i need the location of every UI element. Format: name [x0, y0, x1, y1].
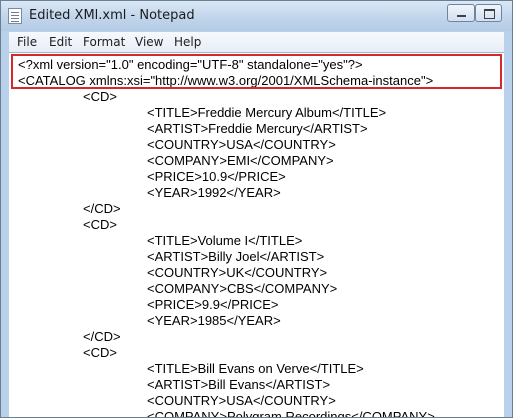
- menu-view[interactable]: View: [135, 35, 163, 49]
- text-line: <ARTIST>Billy Joel</ARTIST>: [147, 249, 325, 264]
- text-line: <YEAR>1992</YEAR>: [147, 185, 281, 200]
- text-line: </CD>: [83, 201, 121, 216]
- menu-help[interactable]: Help: [174, 35, 201, 49]
- menu-format[interactable]: Format: [83, 35, 125, 49]
- text-editor[interactable]: <?xml version="1.0" encoding="UTF-8" sta…: [9, 52, 504, 418]
- text-line: <COUNTRY>UK</COUNTRY>: [147, 265, 328, 280]
- window-title: Edited XMl.xml - Notepad: [29, 8, 195, 23]
- text-line: </CD>: [83, 329, 121, 344]
- menu-bar: File Edit Format View Help: [9, 32, 504, 52]
- text-line: <TITLE>Freddie Mercury Album</TITLE>: [147, 105, 387, 120]
- text-line: <CD>: [83, 217, 117, 232]
- text-line: <YEAR>1985</YEAR>: [147, 313, 281, 328]
- menu-edit[interactable]: Edit: [49, 35, 72, 49]
- text-line: <COMPANY>EMI</COMPANY>: [147, 153, 334, 168]
- text-line: <CD>: [83, 89, 117, 104]
- text-line: <COUNTRY>USA</COUNTRY>: [147, 393, 336, 408]
- maximize-button[interactable]: [475, 4, 502, 22]
- text-line: <TITLE>Bill Evans on Verve</TITLE>: [147, 361, 364, 376]
- minimize-button[interactable]: [447, 4, 475, 22]
- text-line: <ARTIST>Bill Evans</ARTIST>: [147, 377, 331, 392]
- text-line: <COMPANY>CBS</COMPANY>: [147, 281, 338, 296]
- text-line: <PRICE>10.9</PRICE>: [147, 169, 286, 184]
- text-line: <PRICE>9.9</PRICE>: [147, 297, 279, 312]
- title-bar[interactable]: Edited XMl.xml - Notepad: [1, 1, 512, 31]
- notepad-icon[interactable]: [8, 8, 22, 24]
- text-line: <CD>: [83, 345, 117, 360]
- text-line: <TITLE>Volume I</TITLE>: [147, 233, 303, 248]
- menu-file[interactable]: File: [17, 35, 37, 49]
- text-line: <COUNTRY>USA</COUNTRY>: [147, 137, 336, 152]
- text-line: <ARTIST>Freddie Mercury</ARTIST>: [147, 121, 368, 136]
- notepad-window: Edited XMl.xml - Notepad File Edit Forma…: [0, 0, 513, 418]
- text-line: <COMPANY>Polygram Recordings</COMPANY>: [147, 409, 435, 418]
- text-line: <CATALOG xmlns:xsi="http://www.w3.org/20…: [18, 73, 434, 88]
- text-line: <?xml version="1.0" encoding="UTF-8" sta…: [18, 57, 363, 72]
